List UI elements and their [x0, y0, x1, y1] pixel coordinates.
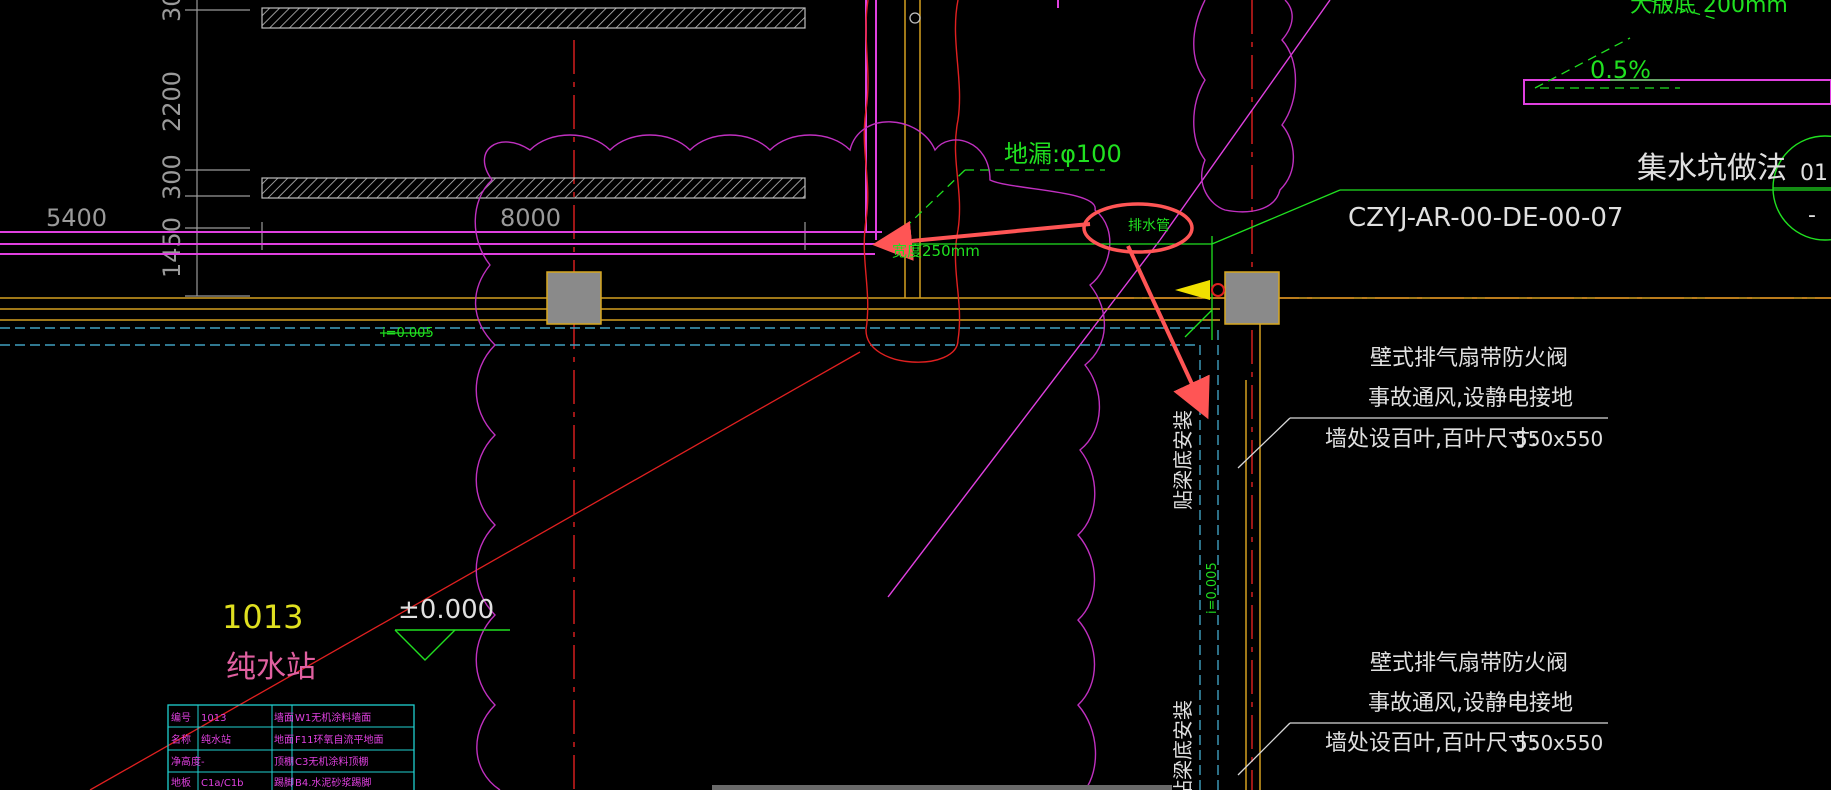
table-cell: 地面 — [274, 733, 294, 746]
elevation-value: ±0.000 — [398, 595, 494, 625]
room-info-table: 编号 1013 墙面 W1无机涂料墙面 名称 纯水站 地面 F11环氧自流平地面… — [167, 704, 415, 790]
pipe-point-icon — [1211, 283, 1225, 297]
dim-300-top: 300 — [158, 0, 186, 22]
fan-note-2-line2: 事故通风,设静电接地 — [1368, 691, 1573, 716]
revision-cloud-top — [1193, 0, 1297, 213]
dim-5400: 5400 — [46, 204, 107, 232]
sump-method-title: 集水坑做法 — [1637, 151, 1787, 186]
room-name: 纯水站 — [226, 650, 316, 685]
dim-1450: 1450 — [158, 217, 186, 278]
table-cell: 踢脚 — [274, 776, 294, 789]
table-cell: 纯水站 — [201, 733, 231, 746]
slope-label-right: i=0.005 — [1205, 562, 1220, 614]
table-cell: 顶棚 — [274, 755, 294, 768]
top-cut-label: 大版底 200mm — [1630, 0, 1788, 18]
drain-pipe-label: 排水管 — [1128, 218, 1170, 234]
fan-note-1-size: 550x550 — [1515, 427, 1603, 451]
table-cell: C1a/C1b — [201, 778, 244, 789]
dim-2200: 2200 — [158, 71, 186, 132]
hatched-beam-middle — [261, 177, 806, 199]
horizontal-scrollbar[interactable] — [712, 785, 1172, 790]
fan-note-2-size: 550x550 — [1515, 731, 1603, 755]
table-cell: - — [201, 757, 205, 768]
column-block-right — [1224, 271, 1280, 325]
beam-mount-label-1: 贴梁底安装 — [1171, 410, 1195, 510]
elevation-triangle-icon — [394, 629, 456, 661]
table-cell: C3无机涂料顶棚 — [295, 755, 368, 768]
table-cell: 净高度 — [171, 755, 201, 768]
arrow-to-left-icon — [872, 221, 1091, 261]
fan-note-1-line3: 墙处设百叶,百叶尺寸: — [1325, 427, 1537, 452]
table-cell: 地板 — [171, 776, 191, 789]
table-cell: B4.水泥砂浆踢脚 — [295, 776, 371, 789]
sump-ref-dash: - — [1808, 203, 1816, 228]
dim-300-mid: 300 — [158, 154, 186, 200]
table-cell: 1013 — [201, 713, 226, 724]
column-block-left — [546, 271, 602, 325]
revision-cloud-room — [474, 121, 1111, 790]
pipe-marker-circle — [909, 12, 921, 24]
hatched-beam-top — [261, 7, 806, 29]
room-number: 1013 — [222, 598, 303, 636]
note-leaders — [1237, 417, 1608, 776]
fan-note-2-line1: 壁式排气扇带防火阀 — [1370, 651, 1568, 676]
reference-code: CZYJ-AR-00-DE-00-07 — [1348, 203, 1623, 233]
cad-viewport[interactable]: 300 2200 300 1450 5400 8000 — [0, 0, 1831, 790]
cad-drawing[interactable]: 300 2200 300 1450 5400 8000 — [0, 0, 1831, 790]
floor-drain-label: 地漏:φ100 — [1004, 140, 1122, 168]
table-cell: 墙面 — [274, 711, 294, 724]
red-revision-outline — [863, 0, 961, 363]
fan-note-1-line1: 壁式排气扇带防火阀 — [1370, 346, 1568, 371]
slope-label-left: i=0.005 — [382, 326, 434, 341]
elevation-flag-icon — [1175, 280, 1210, 300]
table-cell: 名称 — [171, 733, 191, 746]
dim-8000: 8000 — [500, 204, 561, 232]
table-cell: F11环氧自流平地面 — [295, 733, 383, 746]
slope-label-top: 0.5% — [1590, 56, 1651, 84]
fan-note-2-line3: 墙处设百叶,百叶尺寸: — [1325, 731, 1537, 756]
slot-width-label: 宽度250mm — [892, 242, 980, 260]
beam-mount-label-2: 贴梁底安装 — [1171, 700, 1195, 790]
table-cell: W1无机涂料墙面 — [295, 711, 371, 724]
table-cell: 编号 — [171, 711, 191, 724]
sump-ref-number: 01 — [1800, 161, 1828, 186]
fan-note-1-line2: 事故通风,设静电接地 — [1368, 386, 1573, 411]
axis-lines — [573, 0, 1831, 790]
diagonal-red-line — [89, 351, 861, 790]
